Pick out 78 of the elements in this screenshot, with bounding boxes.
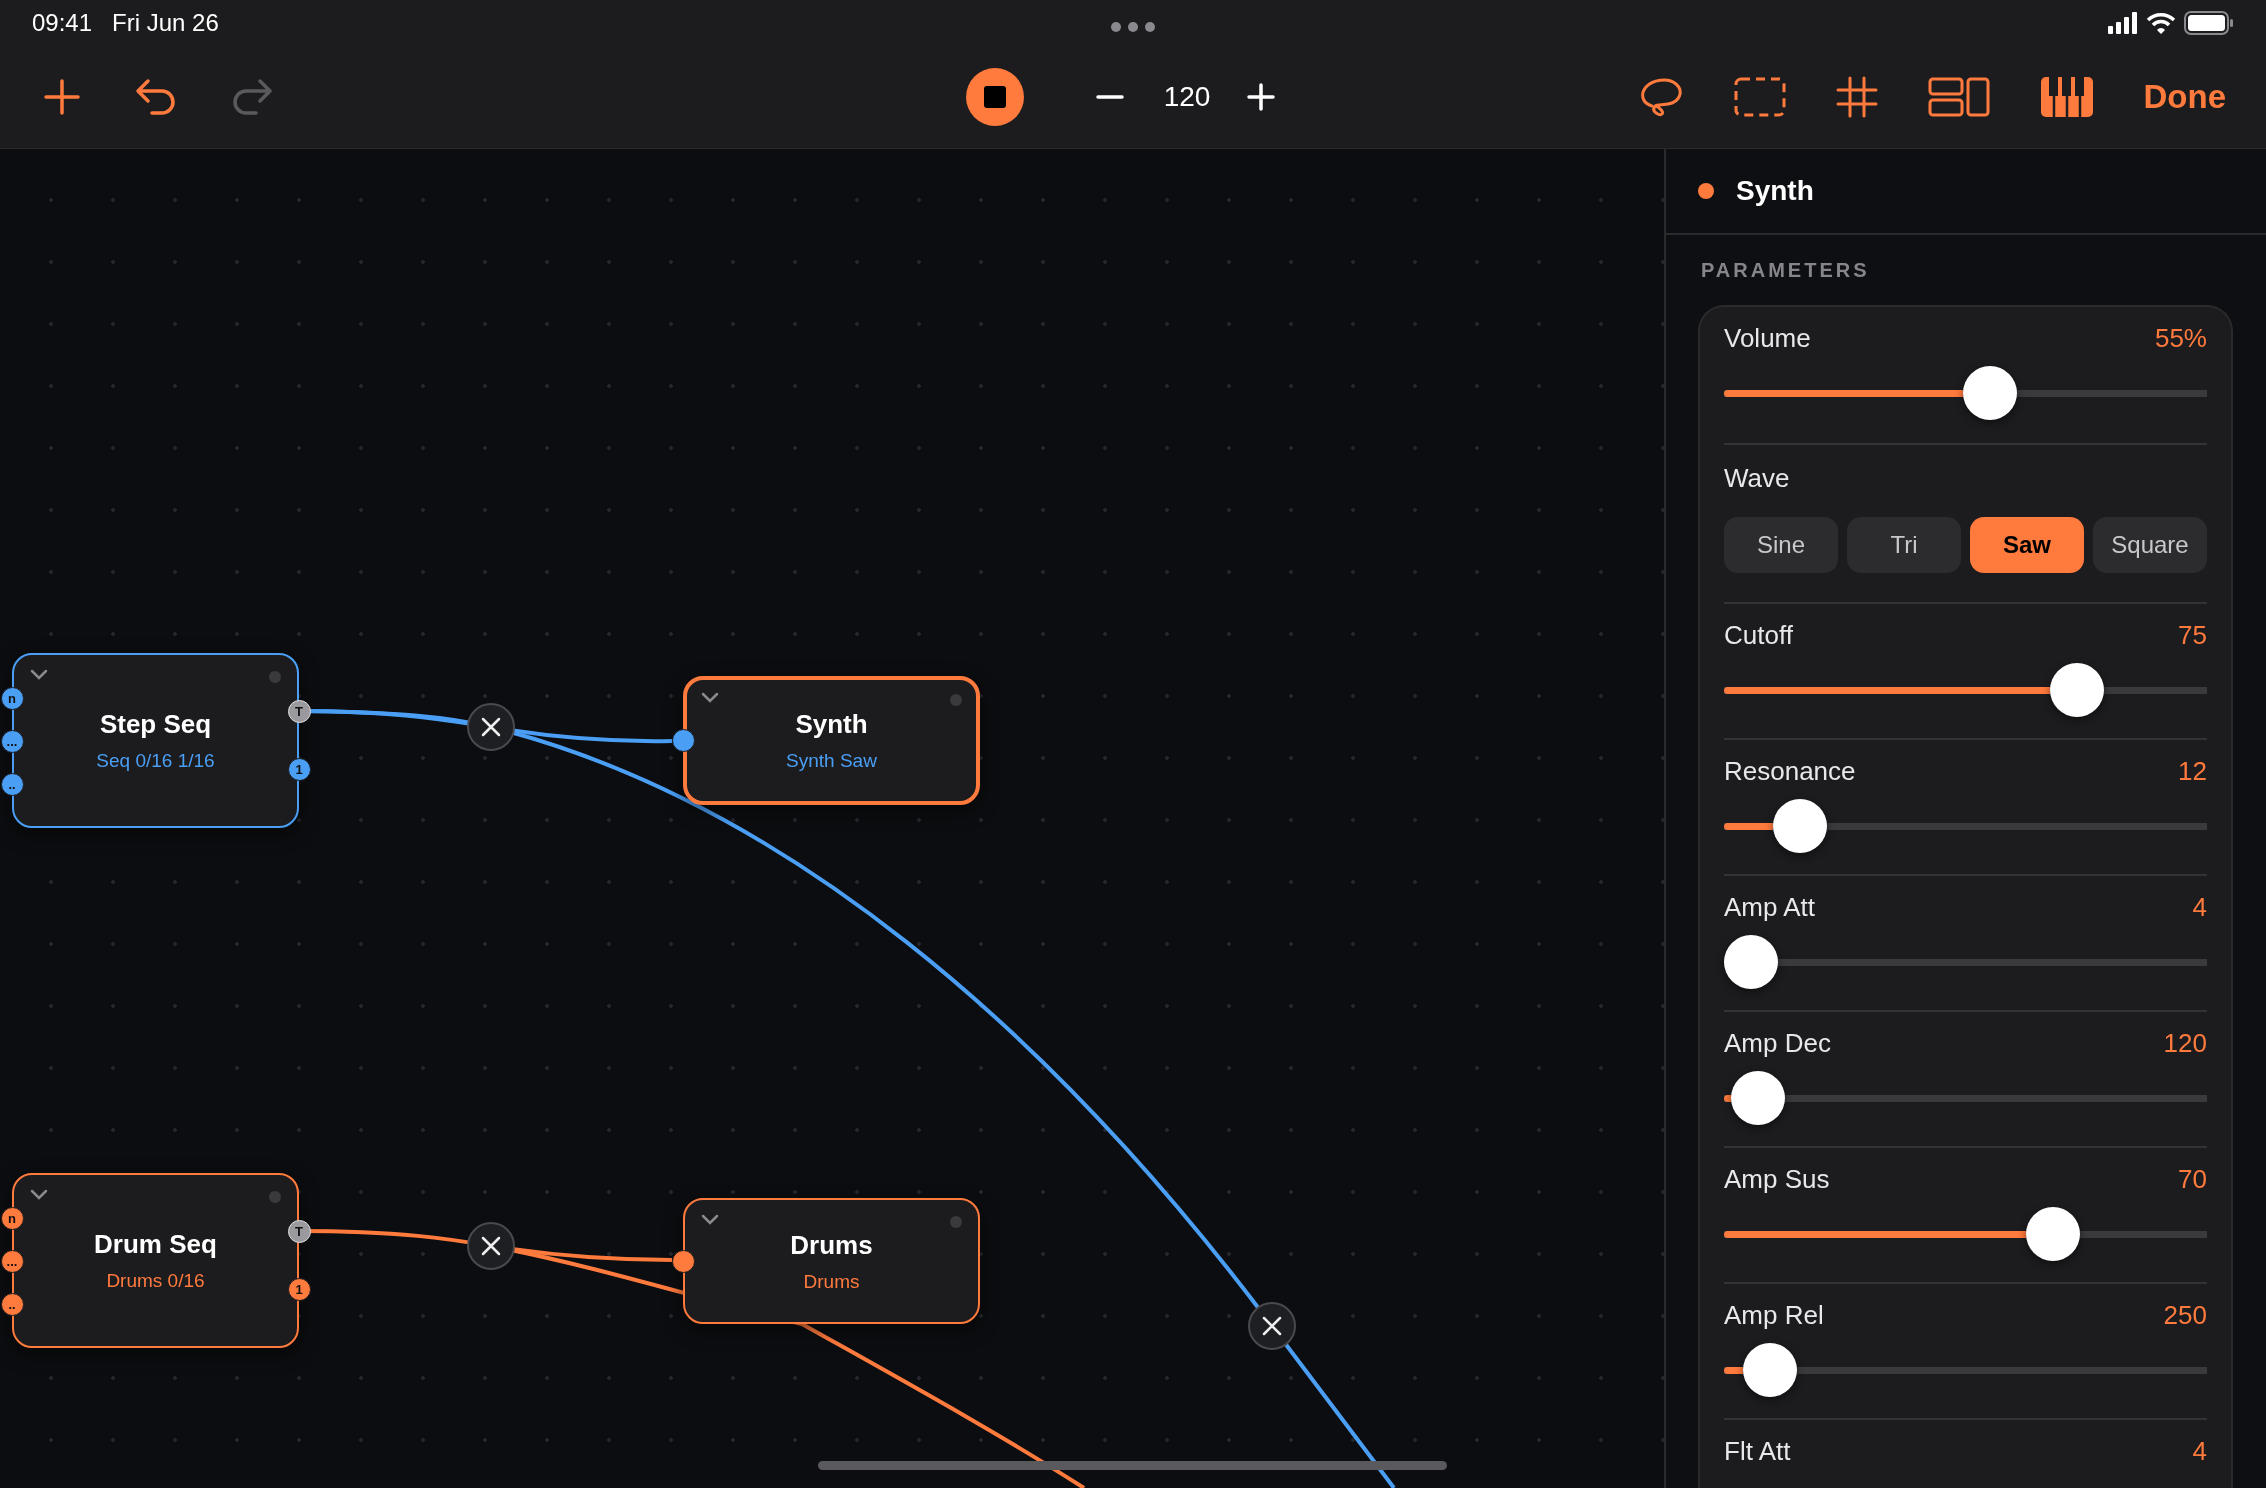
node-card[interactable]: Drums Drums [683, 1198, 980, 1324]
parameter-value: 55% [2154, 322, 2207, 354]
minus-icon [1095, 95, 1124, 99]
node-subtitle: Drums [803, 1270, 860, 1293]
parameter-value: 4 [2192, 891, 2207, 923]
undo-button[interactable] [134, 77, 178, 117]
tempo-value: 120 [1163, 81, 1211, 113]
segment-option[interactable]: Square [2093, 517, 2207, 573]
section-header: PARAMETERS [1701, 259, 1870, 281]
slider-thumb[interactable] [1731, 1071, 1786, 1125]
slider-thumb[interactable] [2050, 663, 2105, 717]
status-dot [269, 671, 281, 683]
slider-thumb[interactable] [1772, 799, 1827, 853]
node-title: Step Seq [99, 709, 212, 740]
decrease-tempo-button[interactable] [1095, 95, 1124, 99]
parameter-label: Cutoff [1724, 619, 1793, 651]
redo-icon [230, 77, 274, 117]
slider-thumb[interactable] [1743, 1343, 1798, 1397]
node-title: Synth [795, 709, 868, 740]
delete-button[interactable] [467, 703, 515, 751]
layout-button[interactable] [1927, 77, 1990, 117]
node-subtitle: Drums 0/16 [106, 1270, 205, 1292]
node-title: Drum Seq [94, 1229, 217, 1260]
done-button[interactable]: Done [2143, 78, 2226, 116]
delete-button[interactable] [1248, 1302, 1296, 1350]
parameter-label: Amp Rel [1724, 1299, 1824, 1331]
chevron-down-icon[interactable] [701, 692, 719, 704]
slider-thumb[interactable] [2025, 1207, 2080, 1261]
dashed-rectangle-icon [1733, 77, 1786, 117]
parameter-label: Flt Att [1724, 1435, 1791, 1467]
segment-option[interactable]: Sine [1724, 517, 1838, 573]
chevron-down-icon[interactable] [701, 1214, 719, 1226]
status-dot [950, 694, 962, 706]
more-icon[interactable] [1110, 21, 1156, 33]
battery-icon [2184, 11, 2234, 35]
chevron-down-icon[interactable] [30, 1189, 48, 1201]
node-subtitle: Synth Saw [786, 750, 877, 772]
parameter-label: Volume [1724, 322, 1811, 354]
increase-tempo-button[interactable] [1246, 82, 1277, 112]
parameter-value: 120 [2163, 1027, 2207, 1059]
stop-icon [965, 68, 1024, 126]
chevron-down-icon[interactable] [30, 669, 48, 681]
segment-option[interactable]: Saw [1970, 517, 2084, 573]
piano-keyboard-icon [2039, 76, 2094, 118]
parameter-value: 75 [2178, 619, 2207, 651]
node-card[interactable]: Synth Synth Saw [683, 676, 980, 805]
plus-icon [1246, 82, 1277, 112]
layout-icon [1927, 77, 1990, 117]
grid-button[interactable] [1835, 76, 1878, 118]
grid-icon [1835, 76, 1878, 118]
segment-option[interactable]: Tri [1847, 517, 1961, 573]
piano-button[interactable] [2039, 76, 2094, 118]
parameter-label: Wave [1724, 462, 1790, 494]
parameter-label: Amp Dec [1724, 1027, 1831, 1059]
node-subtitle: Seq 0/16 1/16 [96, 750, 215, 772]
delete-button[interactable] [467, 1222, 515, 1270]
status-dot [269, 1191, 281, 1203]
select-button[interactable] [1733, 77, 1786, 117]
signal-icon [2108, 12, 2138, 34]
undo-icon [134, 77, 178, 117]
slider-thumb[interactable] [1962, 366, 2017, 420]
node-title: Drums [790, 1229, 873, 1261]
stop-button[interactable] [965, 68, 1024, 126]
parameter-label: Amp Att [1724, 891, 1816, 923]
parameter-value: 70 [2178, 1163, 2207, 1195]
slider-thumb[interactable] [1724, 935, 1778, 989]
status-dot [950, 1216, 962, 1228]
wifi-icon [2146, 12, 2176, 34]
parameter-label: Amp Sus [1724, 1163, 1830, 1195]
clock-time: 09:41 [32, 9, 93, 37]
parameter-value: 250 [2163, 1299, 2207, 1331]
add-button[interactable] [42, 77, 82, 117]
parameter-value: 12 [2178, 755, 2207, 787]
parameter-value: 4 [2192, 1435, 2207, 1467]
parameter-label: Resonance [1724, 755, 1856, 787]
plus-icon [42, 77, 82, 117]
panel-title: Synth [1736, 175, 1814, 207]
date: Fri Jun 26 [112, 9, 219, 37]
